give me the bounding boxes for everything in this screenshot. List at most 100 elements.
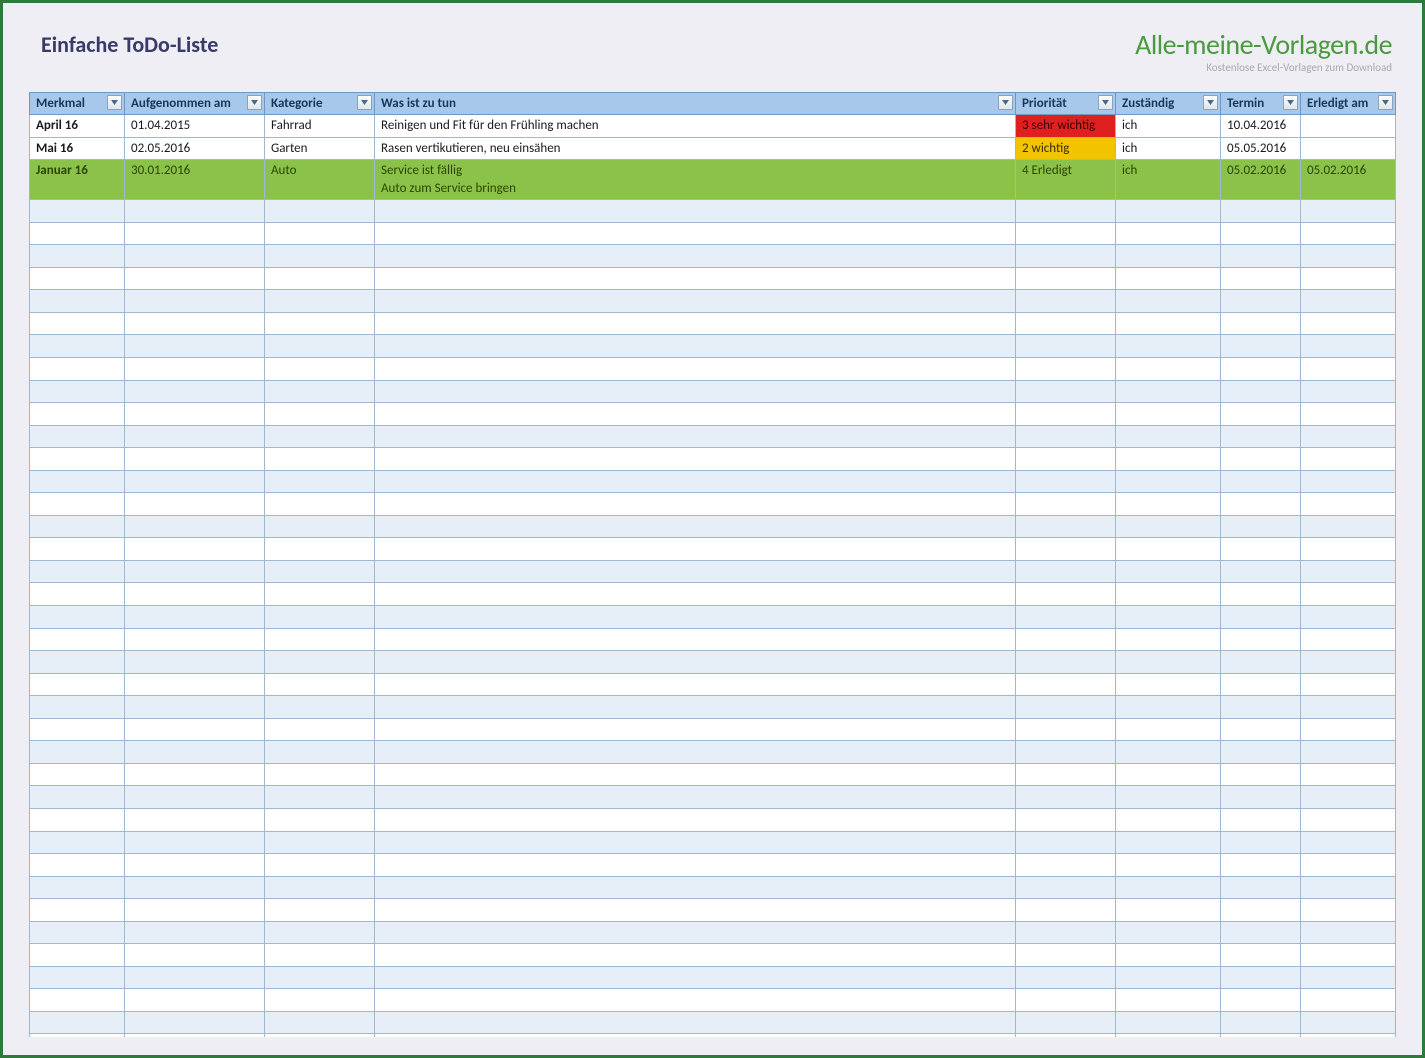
- empty-cell[interactable]: [1301, 222, 1396, 245]
- empty-cell[interactable]: [125, 966, 265, 989]
- empty-cell[interactable]: [1221, 989, 1301, 1012]
- empty-cell[interactable]: [125, 944, 265, 967]
- empty-cell[interactable]: [265, 493, 375, 516]
- empty-cell[interactable]: [1221, 403, 1301, 426]
- empty-cell[interactable]: [265, 606, 375, 629]
- empty-cell[interactable]: [30, 515, 125, 538]
- empty-cell[interactable]: [1016, 989, 1116, 1012]
- table-row[interactable]: [30, 899, 1396, 922]
- empty-cell[interactable]: [1301, 560, 1396, 583]
- table-row[interactable]: [30, 1011, 1396, 1034]
- empty-cell[interactable]: [30, 921, 125, 944]
- empty-cell[interactable]: [1116, 470, 1221, 493]
- cell-erledigt[interactable]: [1301, 137, 1396, 160]
- empty-cell[interactable]: [125, 673, 265, 696]
- empty-cell[interactable]: [1221, 493, 1301, 516]
- empty-cell[interactable]: [1301, 831, 1396, 854]
- empty-cell[interactable]: [375, 493, 1016, 516]
- empty-cell[interactable]: [265, 267, 375, 290]
- empty-cell[interactable]: [1221, 651, 1301, 674]
- empty-cell[interactable]: [1301, 741, 1396, 764]
- empty-cell[interactable]: [1016, 222, 1116, 245]
- empty-cell[interactable]: [1116, 538, 1221, 561]
- empty-cell[interactable]: [125, 1034, 265, 1037]
- empty-cell[interactable]: [1221, 966, 1301, 989]
- empty-cell[interactable]: [125, 222, 265, 245]
- empty-cell[interactable]: [375, 1011, 1016, 1034]
- empty-cell[interactable]: [375, 312, 1016, 335]
- empty-cell[interactable]: [1016, 808, 1116, 831]
- empty-cell[interactable]: [30, 741, 125, 764]
- empty-cell[interactable]: [1301, 448, 1396, 471]
- empty-cell[interactable]: [125, 267, 265, 290]
- empty-cell[interactable]: [1116, 245, 1221, 268]
- empty-cell[interactable]: [1301, 335, 1396, 358]
- empty-cell[interactable]: [265, 583, 375, 606]
- empty-cell[interactable]: [1116, 628, 1221, 651]
- empty-cell[interactable]: [1116, 651, 1221, 674]
- empty-cell[interactable]: [375, 267, 1016, 290]
- empty-cell[interactable]: [1016, 1011, 1116, 1034]
- empty-cell[interactable]: [1301, 470, 1396, 493]
- empty-cell[interactable]: [125, 741, 265, 764]
- empty-cell[interactable]: [265, 245, 375, 268]
- empty-cell[interactable]: [1116, 944, 1221, 967]
- empty-cell[interactable]: [1221, 606, 1301, 629]
- empty-cell[interactable]: [30, 470, 125, 493]
- empty-cell[interactable]: [1221, 425, 1301, 448]
- empty-cell[interactable]: [30, 380, 125, 403]
- empty-cell[interactable]: [375, 222, 1016, 245]
- empty-cell[interactable]: [125, 876, 265, 899]
- empty-cell[interactable]: [1221, 515, 1301, 538]
- empty-cell[interactable]: [1016, 696, 1116, 719]
- cell-termin[interactable]: 05.05.2016: [1221, 137, 1301, 160]
- table-row[interactable]: [30, 448, 1396, 471]
- empty-cell[interactable]: [1116, 696, 1221, 719]
- empty-cell[interactable]: [1016, 899, 1116, 922]
- empty-cell[interactable]: [1221, 267, 1301, 290]
- empty-cell[interactable]: [125, 380, 265, 403]
- empty-cell[interactable]: [265, 921, 375, 944]
- empty-cell[interactable]: [1301, 899, 1396, 922]
- cell-prio[interactable]: 3 sehr wichtig: [1016, 115, 1116, 138]
- empty-cell[interactable]: [1301, 718, 1396, 741]
- empty-cell[interactable]: [375, 1034, 1016, 1037]
- empty-cell[interactable]: [1116, 786, 1221, 809]
- empty-cell[interactable]: [375, 425, 1016, 448]
- cell-was[interactable]: Service ist fällig Auto zum Service brin…: [375, 160, 1016, 200]
- empty-cell[interactable]: [1301, 673, 1396, 696]
- table-row[interactable]: [30, 425, 1396, 448]
- empty-cell[interactable]: [265, 741, 375, 764]
- empty-cell[interactable]: [265, 718, 375, 741]
- empty-cell[interactable]: [375, 290, 1016, 313]
- empty-cell[interactable]: [30, 966, 125, 989]
- empty-cell[interactable]: [1016, 200, 1116, 223]
- empty-cell[interactable]: [1016, 448, 1116, 471]
- empty-cell[interactable]: [1116, 312, 1221, 335]
- table-row[interactable]: [30, 876, 1396, 899]
- empty-cell[interactable]: [1221, 944, 1301, 967]
- table-row[interactable]: [30, 651, 1396, 674]
- empty-cell[interactable]: [1301, 267, 1396, 290]
- empty-cell[interactable]: [125, 696, 265, 719]
- empty-cell[interactable]: [125, 718, 265, 741]
- empty-cell[interactable]: [30, 696, 125, 719]
- empty-cell[interactable]: [125, 290, 265, 313]
- table-row[interactable]: [30, 921, 1396, 944]
- filter-icon[interactable]: [1203, 95, 1218, 110]
- empty-cell[interactable]: [1016, 312, 1116, 335]
- empty-cell[interactable]: [265, 312, 375, 335]
- empty-cell[interactable]: [375, 245, 1016, 268]
- empty-cell[interactable]: [375, 763, 1016, 786]
- empty-cell[interactable]: [1221, 448, 1301, 471]
- empty-cell[interactable]: [265, 222, 375, 245]
- empty-cell[interactable]: [125, 560, 265, 583]
- empty-cell[interactable]: [1116, 718, 1221, 741]
- empty-cell[interactable]: [1301, 1034, 1396, 1037]
- empty-cell[interactable]: [30, 538, 125, 561]
- table-row[interactable]: [30, 222, 1396, 245]
- empty-cell[interactable]: [1221, 538, 1301, 561]
- empty-cell[interactable]: [1301, 583, 1396, 606]
- empty-cell[interactable]: [265, 515, 375, 538]
- empty-cell[interactable]: [1221, 628, 1301, 651]
